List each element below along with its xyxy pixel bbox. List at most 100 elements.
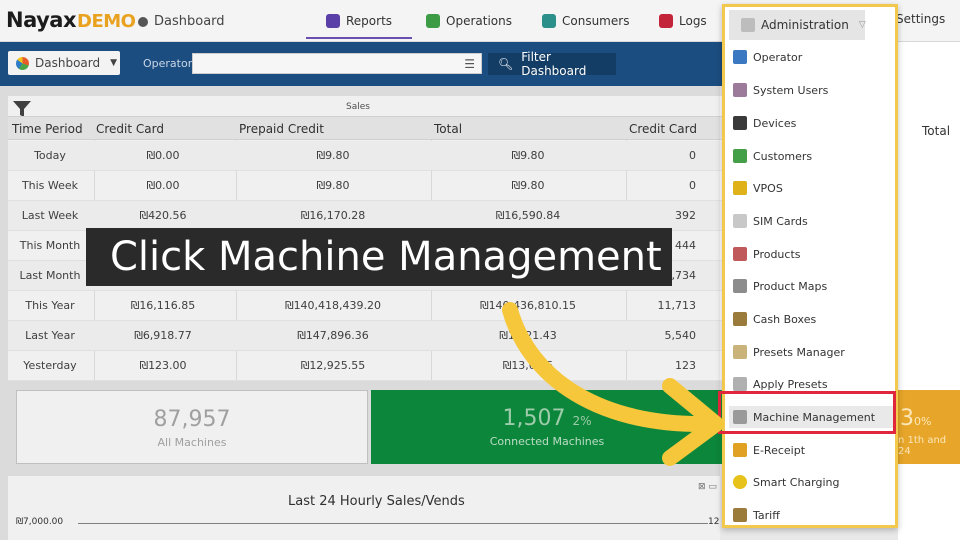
cell: 392 — [675, 209, 696, 222]
menu-label: Presets Manager — [753, 345, 845, 359]
menu-label: Products — [753, 247, 801, 261]
instruction-caption: Click Machine Management — [86, 228, 672, 286]
filter-dashboard-button[interactable]: 🔍︎ Filter Dashboard — [488, 50, 616, 78]
cell: ₪6,918.77 — [134, 329, 192, 342]
right-axis-tick: 12 — [708, 517, 720, 527]
operations-icon — [426, 14, 440, 28]
menu-item-devices[interactable]: Devices — [733, 112, 893, 134]
cell: 0 — [689, 179, 696, 192]
nayax-logo[interactable]: NayaxDEMO — [6, 8, 136, 32]
smart-charging-icon — [733, 475, 747, 489]
menu-item-smart-charging[interactable]: Smart Charging — [733, 471, 893, 493]
y-axis-tick: ₪7,000.00 — [16, 517, 64, 527]
export-icon[interactable]: ⊠ ▭ — [698, 482, 717, 492]
col-total[interactable]: Total — [434, 122, 462, 136]
menu-label: System Users — [753, 83, 829, 97]
tab-consumers[interactable]: Consumers — [542, 11, 629, 31]
cell: ₪16,116.85 — [130, 299, 196, 312]
chart-icon — [326, 14, 340, 28]
breadcrumb-label: Dashboard — [154, 14, 225, 29]
list-icon[interactable]: ☰ — [464, 57, 475, 71]
cell: This Week — [21, 179, 79, 192]
vpos-icon — [733, 181, 747, 195]
tab-logs-label: Logs — [679, 14, 707, 28]
consumers-icon — [542, 14, 556, 28]
cell: 0 — [689, 149, 696, 162]
cell: ₪9.80 — [316, 149, 350, 162]
menu-item-operator[interactable]: Operator — [733, 46, 893, 68]
menu-label: Apply Presets — [753, 377, 828, 391]
menu-item-system-users[interactable]: System Users — [733, 79, 893, 101]
menu-item-products[interactable]: Products — [733, 243, 893, 265]
menu-label: E-Receipt — [753, 443, 806, 457]
cell: ₪123.00 — [139, 359, 187, 372]
menu-label: Devices — [753, 116, 797, 130]
cell: Today — [34, 149, 66, 162]
partial-machines-percent: 0% — [914, 415, 932, 428]
caption-text: Click Machine Management — [110, 234, 662, 280]
brand-name: Nayax — [6, 8, 77, 32]
cell: ₪9.80 — [316, 179, 350, 192]
logs-icon — [659, 14, 673, 28]
products-icon — [733, 247, 747, 261]
menu-item-customers[interactable]: Customers — [733, 145, 893, 167]
cell: ₪0.00 — [146, 179, 180, 192]
all-machines-card[interactable]: 87,957 All Machines — [16, 390, 368, 464]
operator-label: Operator — [143, 57, 193, 70]
tab-reports[interactable]: Reports — [305, 11, 413, 39]
cell: ₪420.56 — [139, 209, 187, 222]
menu-item-e-receipt[interactable]: E-Receipt — [733, 439, 893, 461]
cell: ₪147,896.36 — [297, 329, 369, 342]
dashboard-dropdown-button[interactable]: Dashboard ▼ — [8, 51, 120, 75]
chart-gridline — [78, 523, 708, 524]
cell: This Year — [25, 299, 75, 312]
presets-icon — [733, 345, 747, 359]
customer-icon — [733, 149, 747, 163]
tab-settings-label: Settings — [896, 12, 946, 26]
menu-item-sim-cards[interactable]: SIM Cards — [733, 210, 893, 232]
menu-item-tariff[interactable]: Tariff — [733, 504, 893, 526]
col-time-period[interactable]: Time Period — [12, 122, 83, 136]
cell: ₪12,925.55 — [300, 359, 366, 372]
brand-suffix: DEMO — [77, 11, 136, 32]
administration-menu-button[interactable]: Administration ▽ — [729, 10, 866, 40]
dashboard-button-label: Dashboard — [35, 56, 101, 70]
all-machines-label: All Machines — [157, 436, 227, 449]
administration-dropdown-menu: Administration ▽ Operator System Users D… — [722, 4, 898, 528]
menu-label: Cash Boxes — [753, 312, 817, 326]
menu-item-vpos[interactable]: VPOS — [733, 177, 893, 199]
pointer-arrow-icon — [502, 302, 724, 466]
cell: Last Month — [19, 269, 81, 282]
menu-item-presets-manager[interactable]: Presets Manager — [733, 341, 893, 363]
hourly-sales-chart: Last 24 Hourly Sales/Vends ⊠ ▭ ₪7,000.00… — [8, 476, 720, 540]
users-icon — [733, 83, 747, 97]
apply-presets-icon — [733, 377, 747, 391]
tab-operations[interactable]: Operations — [426, 11, 512, 31]
operator-input[interactable]: ☰ — [192, 53, 482, 74]
partial-machines-card[interactable]: 30% n 1th and 24 — [896, 390, 960, 464]
col-credit-card[interactable]: Credit Card — [96, 122, 164, 136]
menu-label: Tariff — [753, 508, 780, 522]
device-icon — [733, 116, 747, 130]
partial-machines-label: n 1th and 24 — [898, 435, 947, 457]
col-total-vends[interactable]: Total — [922, 124, 950, 138]
menu-label: VPOS — [753, 181, 783, 195]
menu-item-cash-boxes[interactable]: Cash Boxes — [733, 308, 893, 330]
sales-group-header: Sales — [346, 102, 370, 112]
cell: Last Year — [25, 329, 75, 342]
tab-operations-label: Operations — [446, 14, 512, 28]
menu-label: Operator — [753, 50, 803, 64]
cell: ₪9.80 — [511, 149, 545, 162]
breadcrumb[interactable]: Dashboard — [138, 14, 225, 29]
sim-card-icon — [733, 214, 747, 228]
cell: ₪16,590.84 — [495, 209, 561, 222]
col-prepaid-credit[interactable]: Prepaid Credit — [239, 122, 324, 136]
menu-item-product-maps[interactable]: Product Maps — [733, 275, 893, 297]
cell: This Month — [19, 239, 81, 252]
col-credit-card-vends[interactable]: Credit Card — [629, 122, 697, 136]
filter-button-label: Filter Dashboard — [521, 50, 587, 78]
tab-logs[interactable]: Logs — [659, 11, 707, 31]
money-bag-icon — [733, 312, 747, 326]
cell: Last Week — [21, 209, 79, 222]
menu-label: Product Maps — [753, 279, 828, 293]
